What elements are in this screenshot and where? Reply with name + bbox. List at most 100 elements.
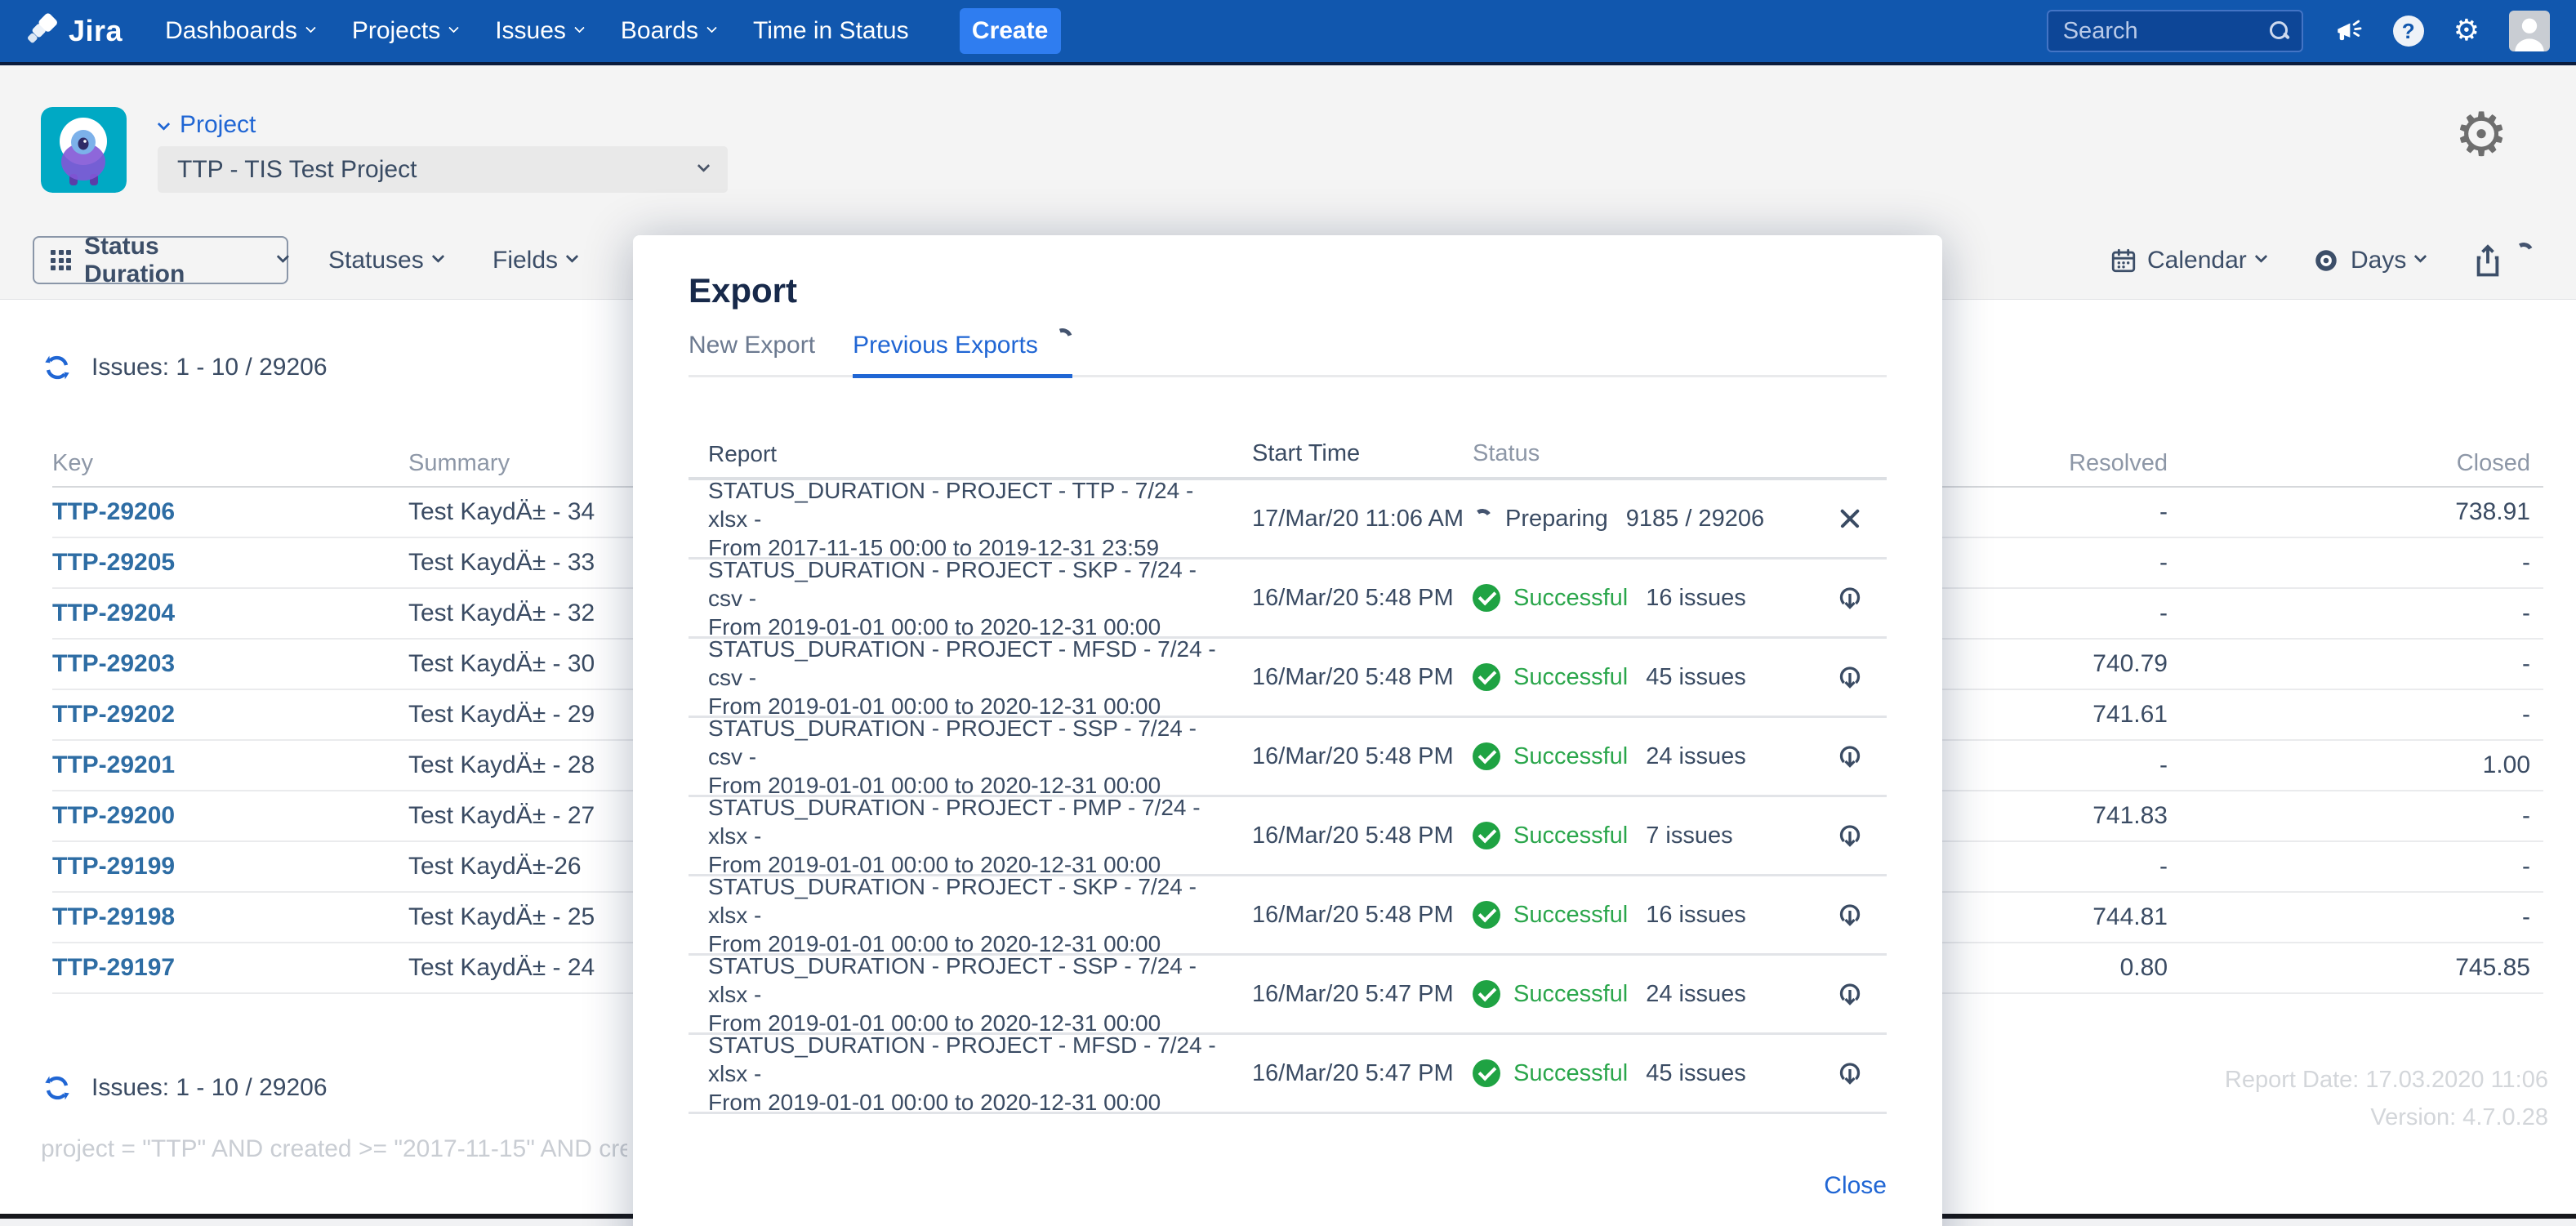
user-avatar[interactable]	[2509, 11, 2550, 51]
export-report-name: STATUS_DURATION - PROJECT - PMP - 7/24 -…	[708, 793, 1232, 850]
success-check-icon	[1473, 584, 1500, 612]
report-type-button[interactable]: Status Duration	[33, 236, 288, 284]
issue-key-link[interactable]: TTP-29206	[52, 498, 175, 525]
status-text: Successful	[1513, 664, 1628, 691]
chevron-down-icon	[2414, 250, 2427, 263]
nav-menu-item[interactable]: Projects	[352, 17, 457, 45]
download-icon[interactable]	[1834, 978, 1866, 1010]
cancel-export-icon[interactable]	[1836, 505, 1864, 533]
exports-table: Report Start Time Status STATUS_DURATION…	[689, 430, 1887, 1114]
success-check-icon	[1473, 1059, 1500, 1087]
refresh-icon[interactable]	[41, 351, 74, 384]
tab-previous-exports[interactable]: Previous Exports	[853, 332, 1072, 378]
issue-key-link[interactable]: TTP-29200	[52, 802, 175, 829]
status-detail: 16 issues	[1646, 902, 1746, 929]
success-check-icon	[1473, 663, 1500, 691]
col-report: Report	[689, 439, 1232, 468]
export-row: STATUS_DURATION - PROJECT - SSP - 7/24 -…	[689, 956, 1887, 1035]
report-date: Report Date: 17.03.2020 11:06	[2225, 1067, 2548, 1094]
issue-key-link[interactable]: TTP-29203	[52, 650, 175, 677]
gear-icon[interactable]: ⚙	[2453, 16, 2480, 46]
export-start-time: 16/Mar/20 5:47 PM	[1232, 1060, 1473, 1087]
status-detail: 9185 / 29206	[1626, 506, 1764, 533]
project-avatar	[41, 107, 127, 193]
spinner-icon	[1050, 325, 1076, 351]
status-text: Successful	[1513, 1060, 1628, 1087]
days-dropdown[interactable]: Days	[2311, 236, 2425, 284]
statuses-dropdown[interactable]: Statuses	[328, 236, 443, 284]
modal-tabs: New Export Previous Exports	[689, 332, 1887, 377]
issue-key-link[interactable]: TTP-29204	[52, 600, 175, 626]
breadcrumb-project[interactable]: Project	[158, 111, 256, 139]
issue-key-link[interactable]: TTP-29198	[52, 903, 175, 930]
nav-menu-item[interactable]: Issues	[495, 17, 583, 45]
success-check-icon	[1473, 901, 1500, 929]
status-detail: 16 issues	[1646, 585, 1746, 612]
export-report-name: STATUS_DURATION - PROJECT - MFSD - 7/24 …	[708, 635, 1232, 692]
issue-key-link[interactable]: TTP-29197	[52, 954, 175, 981]
export-report-name: STATUS_DURATION - PROJECT - SKP - 7/24 -…	[708, 872, 1232, 930]
issue-key-link[interactable]: TTP-29201	[52, 751, 175, 778]
nav-menu-item[interactable]: Dashboards	[165, 17, 314, 45]
download-icon[interactable]	[1834, 740, 1866, 773]
export-report-name: STATUS_DURATION - PROJECT - TTP - 7/24 -…	[708, 476, 1232, 533]
col-closed: Closed	[2181, 441, 2543, 487]
download-icon[interactable]	[1834, 819, 1866, 852]
export-modal: Export New Export Previous Exports Repor…	[633, 235, 1942, 1226]
issues-count-label: Issues: 1 - 10 / 29206	[91, 1074, 328, 1102]
plugin-version: Version: 4.7.0.28	[2370, 1104, 2548, 1131]
modal-title: Export	[689, 271, 797, 310]
export-report-name: STATUS_DURATION - PROJECT - SSP - 7/24 -…	[708, 952, 1232, 1009]
search-icon	[2269, 20, 2290, 42]
export-row: STATUS_DURATION - PROJECT - PMP - 7/24 -…	[689, 797, 1887, 876]
issues-count-bar: Issues: 1 - 10 / 29206	[41, 351, 328, 384]
global-search[interactable]	[2047, 10, 2303, 52]
nav-menu-item[interactable]: Boards	[621, 17, 715, 45]
export-start-time: 16/Mar/20 5:48 PM	[1232, 823, 1473, 849]
status-detail: 7 issues	[1646, 823, 1732, 849]
fields-dropdown[interactable]: Fields	[492, 236, 577, 284]
create-button[interactable]: Create	[960, 8, 1061, 54]
issue-closed: -	[2181, 588, 2543, 639]
export-report-name: STATUS_DURATION - PROJECT - SKP - 7/24 -…	[708, 555, 1232, 613]
success-check-icon	[1473, 742, 1500, 770]
export-row: STATUS_DURATION - PROJECT - MFSD - 7/24 …	[689, 639, 1887, 718]
search-input[interactable]	[2063, 18, 2269, 45]
chevron-down-icon	[448, 22, 459, 33]
export-button[interactable]	[2471, 236, 2515, 284]
col-start-time: Start Time	[1232, 440, 1473, 467]
status-detail: 24 issues	[1646, 981, 1746, 1008]
issue-key-link[interactable]: TTP-29199	[52, 853, 175, 880]
top-navbar: Jira Dashboards Projects Issues	[0, 0, 2576, 65]
issue-key-link[interactable]: TTP-29205	[52, 549, 175, 576]
chevron-down-icon	[574, 22, 585, 33]
download-icon[interactable]	[1834, 898, 1866, 931]
export-start-time: 16/Mar/20 5:48 PM	[1232, 743, 1473, 770]
download-icon[interactable]	[1834, 582, 1866, 614]
jira-logo[interactable]: Jira	[25, 13, 123, 49]
export-row: STATUS_DURATION - PROJECT - SSP - 7/24 -…	[689, 718, 1887, 797]
status-text: Successful	[1513, 902, 1628, 929]
download-icon[interactable]	[1834, 661, 1866, 693]
status-text: Successful	[1513, 823, 1628, 849]
megaphone-icon[interactable]	[2333, 16, 2364, 47]
status-detail: 24 issues	[1646, 743, 1746, 770]
issue-closed: 745.85	[2181, 943, 2543, 993]
refresh-icon[interactable]	[41, 1072, 74, 1104]
project-select[interactable]: TTP - TIS Test Project	[158, 146, 728, 193]
export-icon	[2471, 242, 2505, 279]
export-report-range: From 2019-01-01 00:00 to 2020-12-31 00:0…	[708, 1088, 1232, 1117]
issue-closed: -	[2181, 841, 2543, 892]
help-icon[interactable]: ?	[2393, 16, 2424, 47]
tab-new-export[interactable]: New Export	[689, 332, 815, 375]
issue-key-link[interactable]: TTP-29202	[52, 701, 175, 728]
export-report-name: STATUS_DURATION - PROJECT - MFSD - 7/24 …	[708, 1031, 1232, 1088]
chevron-down-icon	[305, 22, 316, 33]
modal-close-button[interactable]: Close	[1824, 1172, 1887, 1200]
download-icon[interactable]	[1834, 1057, 1866, 1090]
calendar-dropdown[interactable]: Calendar	[2110, 236, 2266, 284]
issue-closed: 738.91	[2181, 487, 2543, 537]
nav-menu-item[interactable]: Time in Status	[753, 17, 909, 45]
settings-gear-icon[interactable]: ⚙	[2454, 105, 2508, 165]
issue-closed: -	[2181, 537, 2543, 588]
